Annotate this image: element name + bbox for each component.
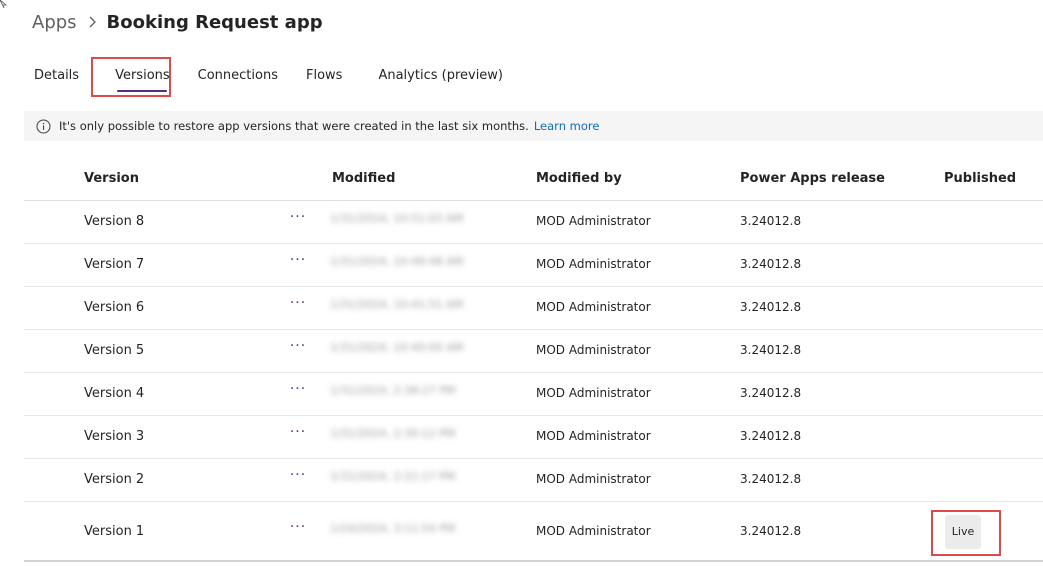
breadcrumb-apps-link[interactable]: Apps: [32, 12, 77, 33]
release-cell: 3.24012.8: [740, 429, 802, 443]
release-cell: 3.24012.8: [740, 386, 802, 400]
tab-connections[interactable]: Connections: [188, 60, 288, 92]
chevron-right-icon: [88, 15, 98, 29]
live-status-badge: Live: [945, 515, 981, 549]
more-options-icon[interactable]: ···: [288, 296, 308, 314]
version-cell: Version 5: [84, 343, 145, 358]
learn-more-link[interactable]: Learn more: [534, 119, 600, 133]
more-options-icon[interactable]: ···: [288, 210, 308, 228]
version-cell: Version 1: [84, 524, 145, 539]
modified-by-cell: MOD Administrator: [536, 214, 651, 228]
modified-cell-redacted: 1/31/2024, 2:38:27 PM: [330, 384, 456, 397]
table-row[interactable]: Version 6 ··· 1/31/2024, 10:41:51 AM MOD…: [24, 287, 1043, 330]
modified-cell-redacted: 1/24/2024, 3:11:54 PM: [330, 522, 456, 535]
more-options-icon[interactable]: ···: [288, 253, 308, 271]
release-cell: 3.24012.8: [740, 343, 802, 357]
tab-details[interactable]: Details: [24, 60, 89, 92]
column-header-release[interactable]: Power Apps release: [740, 171, 885, 186]
table-row[interactable]: Version 4 ··· 1/31/2024, 2:38:27 PM MOD …: [24, 373, 1043, 416]
release-cell: 3.24012.8: [740, 214, 802, 228]
version-cell: Version 8: [84, 214, 145, 229]
info-icon: [36, 119, 51, 134]
version-cell: Version 6: [84, 300, 145, 315]
tab-list: Details Versions Connections Flows Analy…: [24, 56, 513, 96]
tab-analytics-preview[interactable]: Analytics (preview): [368, 60, 513, 92]
version-cell: Version 4: [84, 386, 145, 401]
release-cell: 3.24012.8: [740, 257, 802, 271]
modified-cell-redacted: 1/31/2024, 10:51:03 AM: [330, 212, 464, 225]
column-header-modified-by[interactable]: Modified by: [536, 171, 622, 186]
table-row[interactable]: Version 2 ··· 1/31/2024, 2:21:17 PM MOD …: [24, 459, 1043, 502]
more-options-icon[interactable]: ···: [288, 425, 308, 443]
modified-cell-redacted: 1/31/2024, 2:21:17 PM: [330, 470, 456, 483]
table-row[interactable]: Version 5 ··· 1/31/2024, 10:40:00 AM MOD…: [24, 330, 1043, 373]
release-cell: 3.24012.8: [740, 524, 802, 538]
version-cell: Version 3: [84, 429, 145, 444]
tab-flows[interactable]: Flows: [296, 60, 352, 92]
table-row[interactable]: Version 8 ··· 1/31/2024, 10:51:03 AM MOD…: [24, 201, 1043, 244]
release-cell: 3.24012.8: [740, 300, 802, 314]
version-cell: Version 7: [84, 257, 145, 272]
column-header-published[interactable]: Published: [944, 171, 1016, 186]
modified-by-cell: MOD Administrator: [536, 300, 651, 314]
mouse-cursor-icon: [0, 0, 8, 8]
version-cell: Version 2: [84, 472, 145, 487]
page-title: Booking Request app: [106, 11, 323, 33]
versions-table: Version Modified Modified by Power Apps …: [24, 158, 1043, 562]
column-header-modified[interactable]: Modified: [332, 171, 395, 186]
more-options-icon[interactable]: ···: [288, 382, 308, 400]
table-row[interactable]: Version 1 ··· 1/24/2024, 3:11:54 PM MOD …: [24, 502, 1043, 562]
table-row[interactable]: Version 7 ··· 1/31/2024, 10:49:48 AM MOD…: [24, 244, 1043, 287]
notice-text: It's only possible to restore app versio…: [59, 119, 529, 133]
modified-cell-redacted: 1/31/2024, 10:41:51 AM: [330, 298, 464, 311]
more-options-icon[interactable]: ···: [288, 520, 308, 538]
modified-by-cell: MOD Administrator: [536, 257, 651, 271]
modified-by-cell: MOD Administrator: [536, 343, 651, 357]
modified-by-cell: MOD Administrator: [536, 524, 651, 538]
modified-by-cell: MOD Administrator: [536, 429, 651, 443]
breadcrumb: Apps Booking Request app: [32, 9, 323, 35]
modified-cell-redacted: 1/31/2024, 10:40:00 AM: [330, 341, 464, 354]
table-header: Version Modified Modified by Power Apps …: [24, 158, 1043, 201]
more-options-icon[interactable]: ···: [288, 468, 308, 486]
modified-cell-redacted: 1/31/2024, 2:30:12 PM: [330, 427, 456, 440]
modified-cell-redacted: 1/31/2024, 10:49:48 AM: [330, 255, 464, 268]
release-cell: 3.24012.8: [740, 472, 802, 486]
more-options-icon[interactable]: ···: [288, 339, 308, 357]
modified-by-cell: MOD Administrator: [536, 386, 651, 400]
column-header-version[interactable]: Version: [84, 171, 139, 186]
table-row[interactable]: Version 3 ··· 1/31/2024, 2:30:12 PM MOD …: [24, 416, 1043, 459]
info-notice-bar: It's only possible to restore app versio…: [24, 111, 1043, 141]
tab-versions[interactable]: Versions: [105, 60, 180, 92]
modified-by-cell: MOD Administrator: [536, 472, 651, 486]
